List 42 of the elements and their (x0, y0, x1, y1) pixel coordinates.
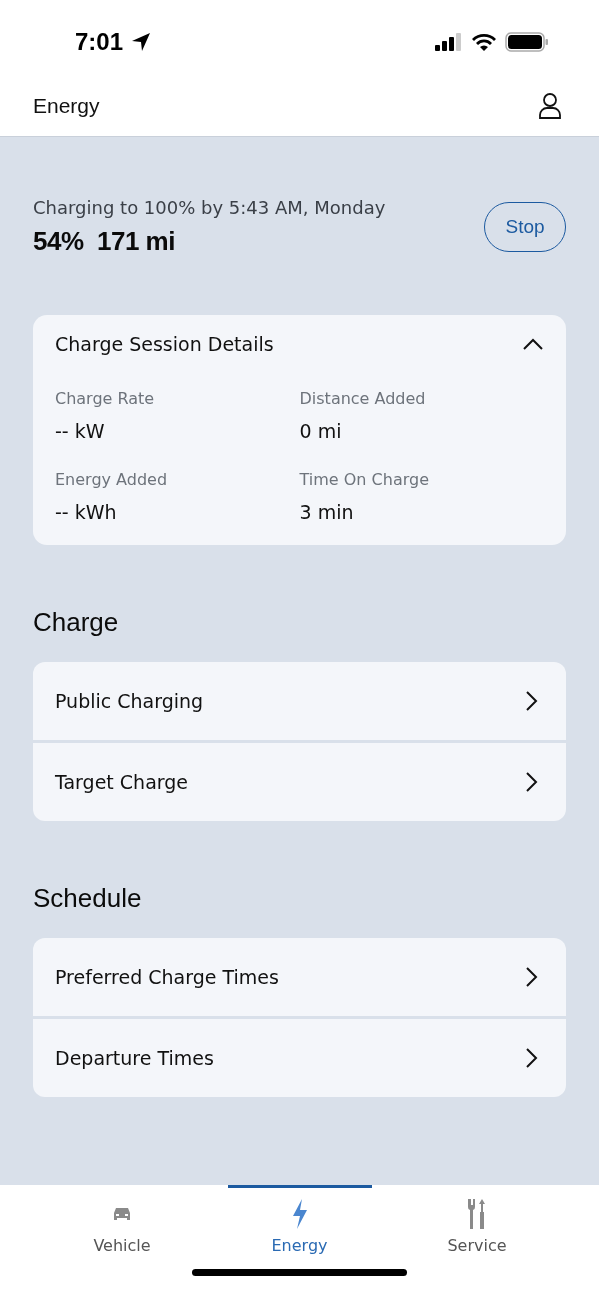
stop-button[interactable]: Stop (484, 202, 566, 252)
battery-icon (505, 31, 549, 52)
tools-icon (467, 1199, 487, 1229)
collapse-toggle[interactable] (522, 337, 544, 351)
chevron-right-icon (524, 771, 538, 793)
tab[interactable]: Service (405, 1185, 549, 1255)
menu-item-label: Public Charging (55, 690, 204, 712)
section-title: Charge (33, 607, 120, 638)
battery-percent: 54% (33, 226, 84, 256)
location-arrow-icon (131, 31, 152, 52)
stat-value: -- kWh (55, 501, 118, 523)
stat-value: -- kW (55, 420, 106, 442)
signal-icon (435, 32, 463, 51)
range-text: 171 mi (97, 226, 175, 256)
car-icon (112, 1206, 132, 1222)
chevron-right-icon (524, 966, 538, 988)
status-time: 7:01 (75, 27, 124, 56)
menu-item[interactable]: Departure Times (33, 1019, 566, 1097)
chevron-up-icon (522, 337, 544, 351)
lightning-bolt-icon (291, 1199, 308, 1229)
card-title: Charge Session Details (55, 333, 274, 355)
stat-value: 3 min (299, 501, 355, 523)
menu-item[interactable]: Target Charge (33, 743, 566, 821)
menu-item[interactable]: Preferred Charge Times (33, 938, 566, 1016)
profile-icon[interactable] (539, 92, 561, 119)
wifi-icon (471, 32, 497, 51)
menu-item-label: Target Charge (55, 771, 188, 793)
stat-label: Charge Rate (55, 389, 156, 408)
chevron-right-icon (524, 1047, 538, 1069)
charging-status: Charging to 100% by 5:43 AM, Monday (33, 197, 386, 218)
section-title: Schedule (33, 883, 143, 914)
menu-item[interactable]: Public Charging (33, 662, 566, 740)
menu-item-label: Departure Times (55, 1047, 214, 1069)
menu-item-label: Preferred Charge Times (55, 966, 279, 988)
stat-label: Time On Charge (299, 470, 430, 489)
tab[interactable]: Vehicle (50, 1185, 194, 1255)
stat-label: Distance Added (299, 389, 427, 408)
chevron-right-icon (524, 690, 538, 712)
stat-value: 0 mi (299, 420, 343, 442)
page-title: Energy (33, 93, 100, 118)
tab[interactable]: Energy (227, 1185, 372, 1255)
stat-label: Energy Added (55, 470, 169, 489)
